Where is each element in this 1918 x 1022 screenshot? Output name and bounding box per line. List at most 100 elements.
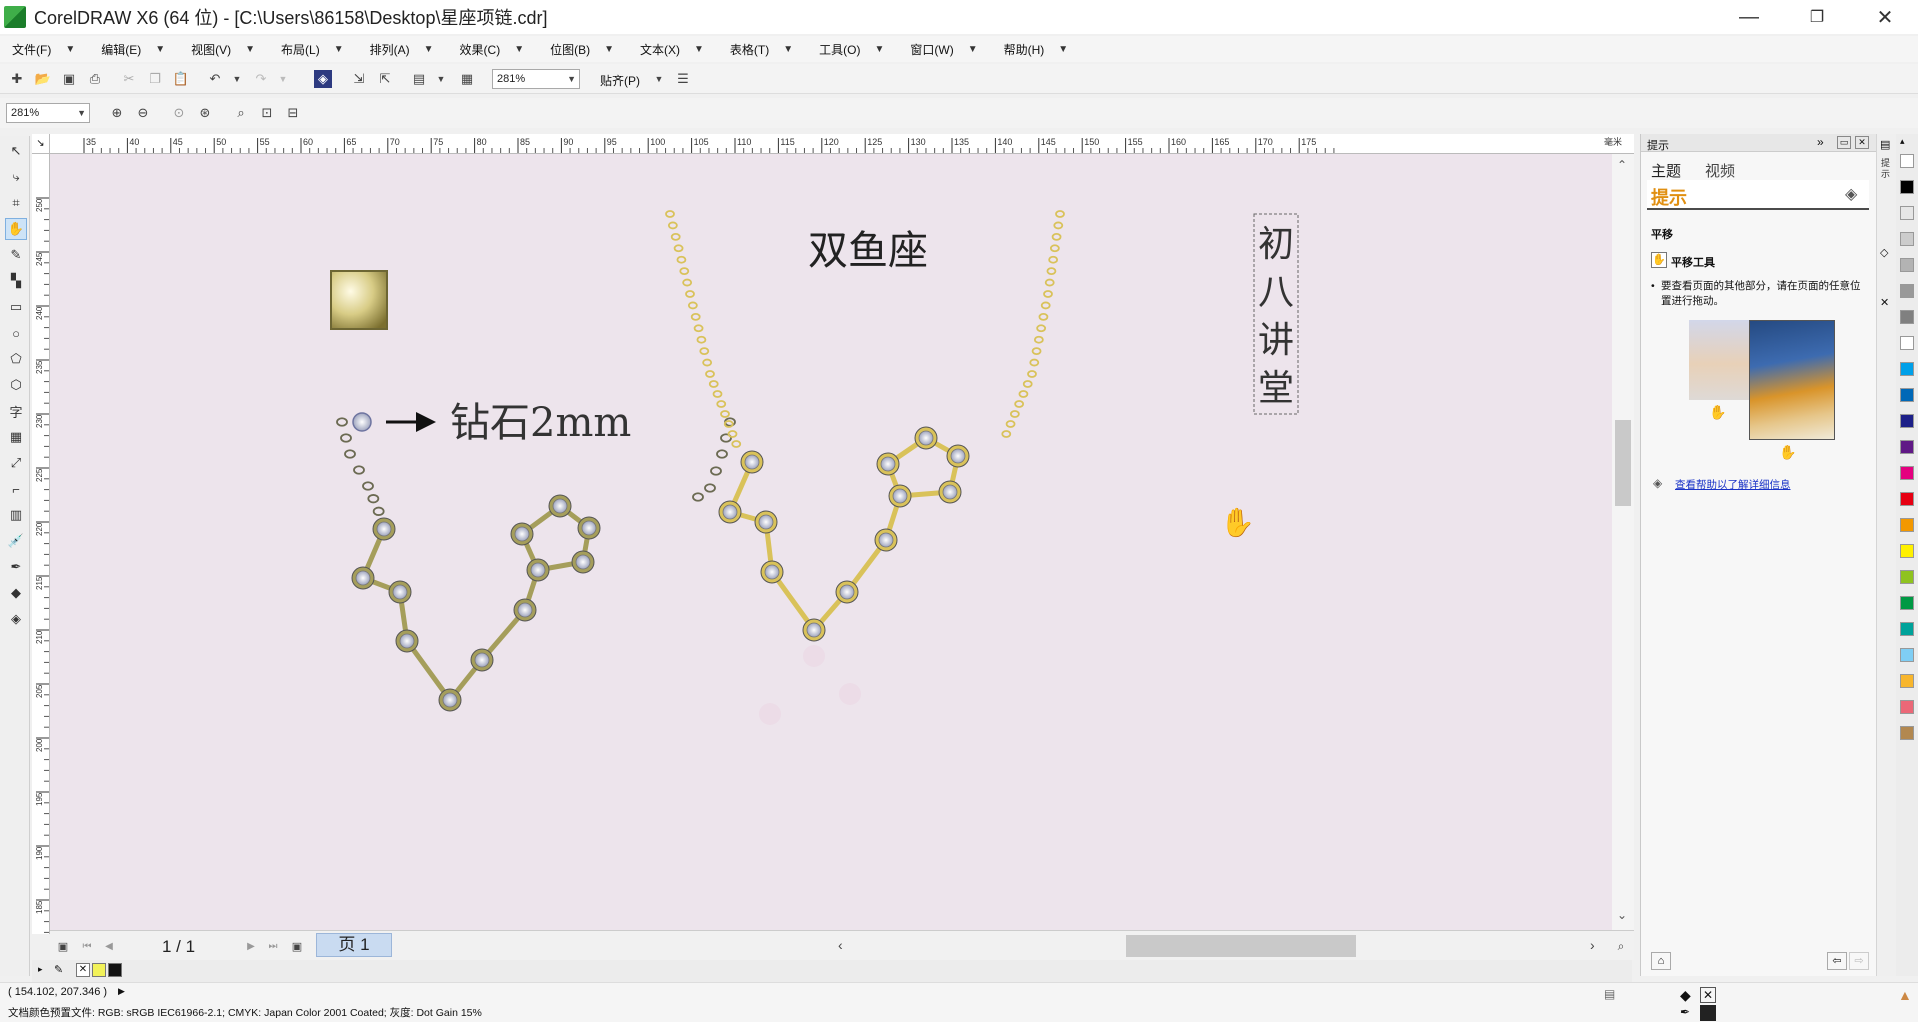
color-swatch[interactable] xyxy=(1900,232,1914,246)
color-profile-info[interactable]: 文档颜色预置文件: RGB: sRGB IEC61966-2.1; CMYK: … xyxy=(8,1005,482,1020)
previous-page-icon[interactable]: ◀ xyxy=(100,937,118,955)
color-swatch[interactable] xyxy=(1900,648,1914,662)
menu-help[interactable]: 帮助(H) ▼ xyxy=(1004,41,1069,58)
fill-indicator-icon[interactable]: ◆ xyxy=(1680,987,1691,1004)
paste-icon[interactable]: 📋 xyxy=(172,70,190,88)
zoom-page-width-icon[interactable]: ⊡ xyxy=(258,104,276,122)
black-swatch[interactable] xyxy=(108,963,122,977)
menu-window[interactable]: 窗口(W) ▼ xyxy=(910,41,977,58)
outline-color-swatch[interactable] xyxy=(1700,1005,1716,1021)
scroll-down-icon[interactable]: ⌄ xyxy=(1617,908,1627,922)
back-icon[interactable]: ⇦ xyxy=(1827,952,1847,970)
pick-tool-icon[interactable]: ↖ xyxy=(5,140,27,162)
menu-file[interactable]: 文件(F) ▼ xyxy=(12,41,75,58)
color-swatch[interactable] xyxy=(1900,440,1914,454)
scroll-right-icon[interactable]: › xyxy=(1590,937,1595,953)
drawing-canvas[interactable]: 钻石2mm 双鱼座 初 八 讲 堂 ✋ xyxy=(50,154,1612,930)
undo-dropdown-icon[interactable]: ▼ xyxy=(228,70,246,88)
docker-minimize-icon[interactable]: ▭ xyxy=(1837,136,1851,149)
text-tool-icon[interactable]: 字 xyxy=(5,400,27,422)
color-swatch[interactable] xyxy=(1900,180,1914,194)
color-swatch[interactable] xyxy=(1900,518,1914,532)
zoom-in-icon[interactable]: ⊕ xyxy=(108,104,126,122)
hints-side-tab[interactable]: 提示 xyxy=(1881,158,1893,180)
color-swatch[interactable] xyxy=(1900,336,1914,350)
tab-topics[interactable]: 主题 xyxy=(1651,160,1681,181)
zoom-levels-combo[interactable]: 281% ▼ xyxy=(6,103,90,123)
color-swatch[interactable] xyxy=(1900,674,1914,688)
basic-shapes-icon[interactable]: ⬡ xyxy=(5,374,27,396)
zoom-selected-icon[interactable]: ⊙ xyxy=(170,104,188,122)
color-swatch[interactable] xyxy=(1900,388,1914,402)
color-swatch[interactable] xyxy=(1900,258,1914,272)
color-swatch[interactable] xyxy=(1900,310,1914,324)
hints-book-icon[interactable]: ◈ xyxy=(1845,184,1857,204)
menu-edit[interactable]: 编辑(E) ▼ xyxy=(101,41,165,58)
yellow-swatch[interactable] xyxy=(92,963,106,977)
print-icon[interactable]: ⎙ xyxy=(86,70,104,88)
polygon-tool-icon[interactable]: ⬠ xyxy=(5,348,27,370)
ruler-origin-icon[interactable]: ↘ xyxy=(32,134,50,154)
snap-dropdown-icon[interactable]: ▼ xyxy=(650,70,668,88)
menu-layout[interactable]: 布局(L) ▼ xyxy=(281,41,344,58)
add-page-after-icon[interactable]: ▣ xyxy=(288,937,306,955)
color-swatch[interactable] xyxy=(1900,206,1914,220)
application-launcher-icon[interactable]: ▤ xyxy=(410,70,428,88)
next-page-icon[interactable]: ▶ xyxy=(242,937,260,955)
pisces-necklace-gold[interactable] xyxy=(665,210,1065,725)
object-manager-tab-icon[interactable]: ✕ xyxy=(1880,296,1889,309)
freehand-tool-icon[interactable]: ✎ xyxy=(5,244,27,266)
home-icon[interactable]: ⌂ xyxy=(1651,952,1671,970)
docker-close-icon[interactable]: ✕ xyxy=(1855,136,1869,149)
tab-video[interactable]: 视频 xyxy=(1705,160,1735,181)
menu-view[interactable]: 视图(V) ▼ xyxy=(191,41,255,58)
redo-icon[interactable]: ↷ xyxy=(252,70,270,88)
horizontal-scroll-thumb[interactable] xyxy=(1126,935,1356,957)
color-swatch[interactable] xyxy=(1900,362,1914,376)
minimize-button[interactable]: — xyxy=(1716,0,1782,34)
blend-tool-icon[interactable]: ▥ xyxy=(5,504,27,526)
color-swatch[interactable] xyxy=(1900,622,1914,636)
fill-none-swatch[interactable]: ✕ xyxy=(1700,987,1716,1003)
properties-tab-icon[interactable]: ◇ xyxy=(1880,246,1888,259)
color-swatch[interactable] xyxy=(1900,284,1914,298)
vertical-scroll-thumb[interactable] xyxy=(1615,420,1631,506)
color-swatch[interactable] xyxy=(1900,726,1914,740)
smart-fill-icon[interactable]: ▚ xyxy=(5,270,27,292)
scroll-left-icon[interactable]: ‹ xyxy=(838,937,843,953)
first-page-icon[interactable]: ⏮ xyxy=(78,937,96,955)
export-icon[interactable]: ⇱ xyxy=(376,70,394,88)
palette-expand-icon[interactable]: ▸ xyxy=(38,964,43,975)
color-swatch[interactable] xyxy=(1900,596,1914,610)
welcome-screen-icon[interactable]: ▦ xyxy=(458,70,476,88)
menu-table[interactable]: 表格(T) ▼ xyxy=(730,41,793,58)
close-button[interactable]: ✕ xyxy=(1852,0,1918,34)
menu-effects[interactable]: 效果(C) ▼ xyxy=(460,41,525,58)
menu-tools[interactable]: 工具(O) ▼ xyxy=(819,41,884,58)
color-swatch[interactable] xyxy=(1900,492,1914,506)
zoom-out-icon[interactable]: ⊖ xyxy=(134,104,152,122)
interactive-fill-icon[interactable]: ◈ xyxy=(5,608,27,630)
zoom-all-objects-icon[interactable]: ⊛ xyxy=(196,104,214,122)
no-color-swatch[interactable]: ✕ xyxy=(76,963,90,977)
palette-eyedropper-icon[interactable]: ✎ xyxy=(54,963,63,976)
menu-bitmaps[interactable]: 位图(B) ▼ xyxy=(550,41,614,58)
menu-arrange[interactable]: 排列(A) ▼ xyxy=(370,41,434,58)
redo-dropdown-icon[interactable]: ▼ xyxy=(274,70,292,88)
launcher-dropdown-icon[interactable]: ▼ xyxy=(432,70,450,88)
horizontal-ruler[interactable]: 35 40 45 50 55 60 65 70 75 80 85 90 95 100 105 110 115 12… xyxy=(40,134,1634,154)
ellipse-tool-icon[interactable]: ○ xyxy=(5,322,27,344)
pan-tool-icon[interactable]: ✋ xyxy=(5,218,27,240)
restore-button[interactable]: ❐ xyxy=(1784,0,1850,34)
color-swatch[interactable] xyxy=(1900,154,1914,168)
connector-tool-icon[interactable]: ⌐ xyxy=(5,478,27,500)
shape-tool-icon[interactable]: ⤷ xyxy=(5,166,27,188)
fill-tool-icon[interactable]: ◆ xyxy=(5,582,27,604)
dimension-tool-icon[interactable]: ⤢ xyxy=(5,452,27,474)
color-swatch[interactable] xyxy=(1900,544,1914,558)
cut-icon[interactable]: ✂ xyxy=(120,70,138,88)
zoom-level-combo[interactable]: 281% ▼ xyxy=(492,69,580,89)
crop-tool-icon[interactable]: ⌗ xyxy=(5,192,27,214)
color-swatch[interactable] xyxy=(1900,466,1914,480)
menu-text[interactable]: 文本(X) ▼ xyxy=(640,41,704,58)
